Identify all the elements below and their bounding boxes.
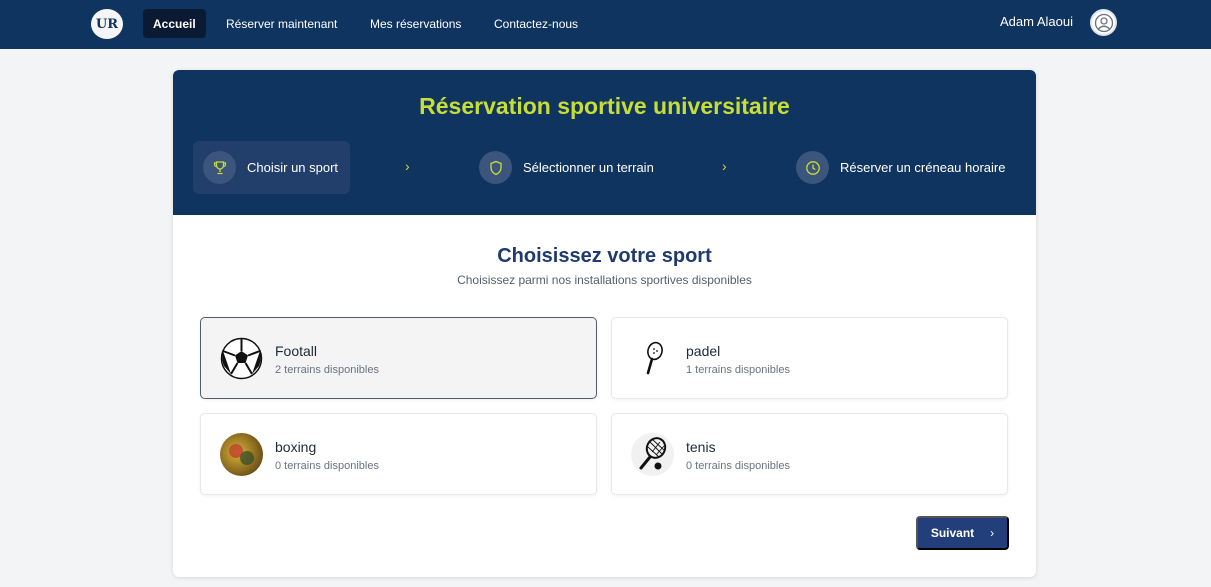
sport-availability: 0 terrains disponibles (275, 460, 379, 472)
nav-link-accueil[interactable]: Accueil (143, 9, 206, 38)
booking-title: Réservation sportive universitaire (419, 93, 790, 119)
tennis-racket-icon (631, 433, 674, 476)
sport-availability: 2 terrains disponibles (275, 364, 379, 376)
booking-card: Réservation sportive universitaire Chois… (173, 70, 1036, 577)
step-select-terrain[interactable]: Sélectionner un terrain (479, 141, 654, 194)
next-button-label: Suivant (930, 526, 975, 540)
step-label: Réserver un créneau horaire (840, 160, 1006, 175)
sport-card-padel[interactable]: padel 1 terrains disponibles (611, 317, 1008, 399)
step-choose-sport[interactable]: Choisir un sport (193, 141, 350, 194)
top-navbar: UR Accueil Réserver maintenant Mes réser… (0, 0, 1211, 49)
step-label: Sélectionner un terrain (523, 160, 654, 175)
sport-name: boxing (275, 439, 317, 455)
shield-icon (479, 151, 512, 184)
nav-link-mes-reservations[interactable]: Mes réservations (360, 9, 471, 38)
sport-name: tenis (686, 439, 716, 455)
sport-card-football[interactable]: Footall 2 terrains disponibles (200, 317, 597, 399)
user-avatar-icon[interactable] (1090, 9, 1117, 36)
sport-name: padel (686, 343, 721, 359)
soccer-ball-icon (220, 337, 263, 380)
step-book-slot[interactable]: Réserver un créneau horaire (796, 141, 1005, 194)
trophy-icon (203, 151, 236, 184)
section-title: Choisissez votre sport (497, 245, 712, 267)
padel-racket-icon (631, 337, 674, 380)
boxing-image-icon (220, 433, 263, 476)
step-chevron-icon: › (405, 158, 410, 174)
sport-card-tennis[interactable]: tenis 0 terrains disponibles (611, 413, 1008, 495)
next-button[interactable]: Suivant › (916, 516, 1009, 550)
nav-link-contact[interactable]: Contactez-nous (484, 9, 588, 38)
sport-availability: 1 terrains disponibles (686, 364, 790, 376)
step-label: Choisir un sport (247, 160, 339, 175)
booking-header: Réservation sportive universitaire Chois… (173, 70, 1036, 215)
nav-link-reserver[interactable]: Réserver maintenant (216, 9, 347, 38)
sport-card-boxing[interactable]: boxing 0 terrains disponibles (200, 413, 597, 495)
sport-availability: 0 terrains disponibles (686, 460, 790, 472)
university-logo[interactable]: UR (91, 9, 123, 39)
user-name[interactable]: Adam Alaoui (1000, 14, 1073, 29)
sport-name: Footall (275, 343, 318, 359)
clock-icon (796, 151, 829, 184)
step-chevron-icon: › (722, 158, 727, 174)
chevron-right-icon: › (990, 526, 995, 540)
section-subtitle: Choisissez parmi nos installations sport… (457, 273, 752, 287)
